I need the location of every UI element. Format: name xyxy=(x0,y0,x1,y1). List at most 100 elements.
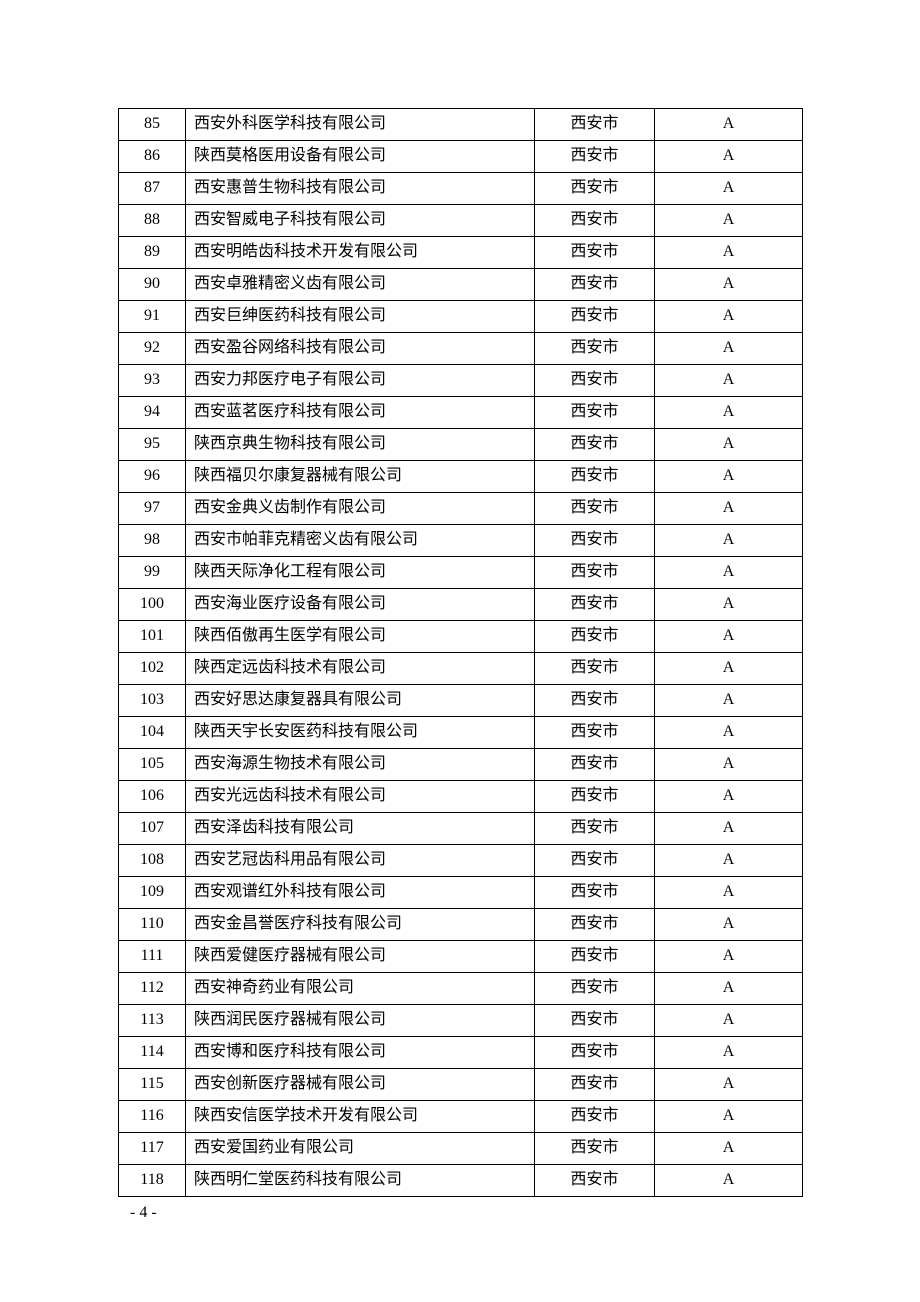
company-name: 西安巨绅医药科技有限公司 xyxy=(186,301,535,333)
company-name: 陕西天际净化工程有限公司 xyxy=(186,557,535,589)
company-name: 西安海源生物技术有限公司 xyxy=(186,749,535,781)
company-name: 西安市帕菲克精密义齿有限公司 xyxy=(186,525,535,557)
grade: A xyxy=(655,813,803,845)
row-number: 86 xyxy=(119,141,186,173)
table-row: 110西安金昌誉医疗科技有限公司西安市A xyxy=(119,909,803,941)
table-row: 118陕西明仁堂医药科技有限公司西安市A xyxy=(119,1165,803,1197)
table-row: 91西安巨绅医药科技有限公司西安市A xyxy=(119,301,803,333)
company-name: 西安金昌誉医疗科技有限公司 xyxy=(186,909,535,941)
city: 西安市 xyxy=(535,813,655,845)
table-row: 92西安盈谷网络科技有限公司西安市A xyxy=(119,333,803,365)
row-number: 117 xyxy=(119,1133,186,1165)
table-row: 93西安力邦医疗电子有限公司西安市A xyxy=(119,365,803,397)
grade: A xyxy=(655,845,803,877)
city: 西安市 xyxy=(535,653,655,685)
row-number: 98 xyxy=(119,525,186,557)
company-name: 陕西润民医疗器械有限公司 xyxy=(186,1005,535,1037)
row-number: 99 xyxy=(119,557,186,589)
row-number: 113 xyxy=(119,1005,186,1037)
company-name: 陕西佰傲再生医学有限公司 xyxy=(186,621,535,653)
page-number: - 4 - xyxy=(130,1204,157,1222)
company-name: 陕西京典生物科技有限公司 xyxy=(186,429,535,461)
company-name: 陕西爱健医疗器械有限公司 xyxy=(186,941,535,973)
grade: A xyxy=(655,1133,803,1165)
company-name: 西安力邦医疗电子有限公司 xyxy=(186,365,535,397)
city: 西安市 xyxy=(535,141,655,173)
grade: A xyxy=(655,205,803,237)
company-name: 西安外科医学科技有限公司 xyxy=(186,109,535,141)
city: 西安市 xyxy=(535,173,655,205)
row-number: 101 xyxy=(119,621,186,653)
grade: A xyxy=(655,909,803,941)
data-table: 85西安外科医学科技有限公司西安市A86陕西莫格医用设备有限公司西安市A87西安… xyxy=(118,108,803,1197)
company-name: 西安海业医疗设备有限公司 xyxy=(186,589,535,621)
grade: A xyxy=(655,717,803,749)
city: 西安市 xyxy=(535,461,655,493)
grade: A xyxy=(655,877,803,909)
table-row: 102陕西定远齿科技术有限公司西安市A xyxy=(119,653,803,685)
grade: A xyxy=(655,941,803,973)
row-number: 114 xyxy=(119,1037,186,1069)
row-number: 109 xyxy=(119,877,186,909)
company-name: 西安智威电子科技有限公司 xyxy=(186,205,535,237)
table-row: 107西安泽齿科技有限公司西安市A xyxy=(119,813,803,845)
grade: A xyxy=(655,1069,803,1101)
table-row: 108西安艺冠齿科用品有限公司西安市A xyxy=(119,845,803,877)
grade: A xyxy=(655,621,803,653)
company-name: 西安好思达康复器具有限公司 xyxy=(186,685,535,717)
grade: A xyxy=(655,301,803,333)
city: 西安市 xyxy=(535,237,655,269)
city: 西安市 xyxy=(535,1037,655,1069)
city: 西安市 xyxy=(535,877,655,909)
row-number: 116 xyxy=(119,1101,186,1133)
table-row: 85西安外科医学科技有限公司西安市A xyxy=(119,109,803,141)
row-number: 107 xyxy=(119,813,186,845)
table-row: 101陕西佰傲再生医学有限公司西安市A xyxy=(119,621,803,653)
row-number: 112 xyxy=(119,973,186,1005)
table-row: 105西安海源生物技术有限公司西安市A xyxy=(119,749,803,781)
row-number: 89 xyxy=(119,237,186,269)
city: 西安市 xyxy=(535,1101,655,1133)
row-number: 106 xyxy=(119,781,186,813)
table-row: 116陕西安信医学技术开发有限公司西安市A xyxy=(119,1101,803,1133)
company-name: 西安观谱红外科技有限公司 xyxy=(186,877,535,909)
grade: A xyxy=(655,557,803,589)
table-row: 86陕西莫格医用设备有限公司西安市A xyxy=(119,141,803,173)
row-number: 104 xyxy=(119,717,186,749)
city: 西安市 xyxy=(535,205,655,237)
city: 西安市 xyxy=(535,1133,655,1165)
company-name: 西安艺冠齿科用品有限公司 xyxy=(186,845,535,877)
city: 西安市 xyxy=(535,749,655,781)
city: 西安市 xyxy=(535,333,655,365)
company-name: 西安光远齿科技术有限公司 xyxy=(186,781,535,813)
table-row: 104陕西天宇长安医药科技有限公司西安市A xyxy=(119,717,803,749)
table-row: 88西安智威电子科技有限公司西安市A xyxy=(119,205,803,237)
table-row: 103西安好思达康复器具有限公司西安市A xyxy=(119,685,803,717)
row-number: 108 xyxy=(119,845,186,877)
row-number: 94 xyxy=(119,397,186,429)
city: 西安市 xyxy=(535,557,655,589)
city: 西安市 xyxy=(535,301,655,333)
row-number: 85 xyxy=(119,109,186,141)
grade: A xyxy=(655,269,803,301)
table-row: 117西安爱国药业有限公司西安市A xyxy=(119,1133,803,1165)
grade: A xyxy=(655,365,803,397)
city: 西安市 xyxy=(535,909,655,941)
table-row: 100西安海业医疗设备有限公司西安市A xyxy=(119,589,803,621)
grade: A xyxy=(655,589,803,621)
city: 西安市 xyxy=(535,621,655,653)
city: 西安市 xyxy=(535,845,655,877)
row-number: 118 xyxy=(119,1165,186,1197)
company-name: 西安神奇药业有限公司 xyxy=(186,973,535,1005)
city: 西安市 xyxy=(535,493,655,525)
company-name: 陕西定远齿科技术有限公司 xyxy=(186,653,535,685)
city: 西安市 xyxy=(535,685,655,717)
table-row: 99陕西天际净化工程有限公司西安市A xyxy=(119,557,803,589)
city: 西安市 xyxy=(535,429,655,461)
table-container: 85西安外科医学科技有限公司西安市A86陕西莫格医用设备有限公司西安市A87西安… xyxy=(118,108,802,1197)
company-name: 西安惠普生物科技有限公司 xyxy=(186,173,535,205)
city: 西安市 xyxy=(535,1069,655,1101)
city: 西安市 xyxy=(535,973,655,1005)
city: 西安市 xyxy=(535,717,655,749)
company-name: 陕西莫格医用设备有限公司 xyxy=(186,141,535,173)
